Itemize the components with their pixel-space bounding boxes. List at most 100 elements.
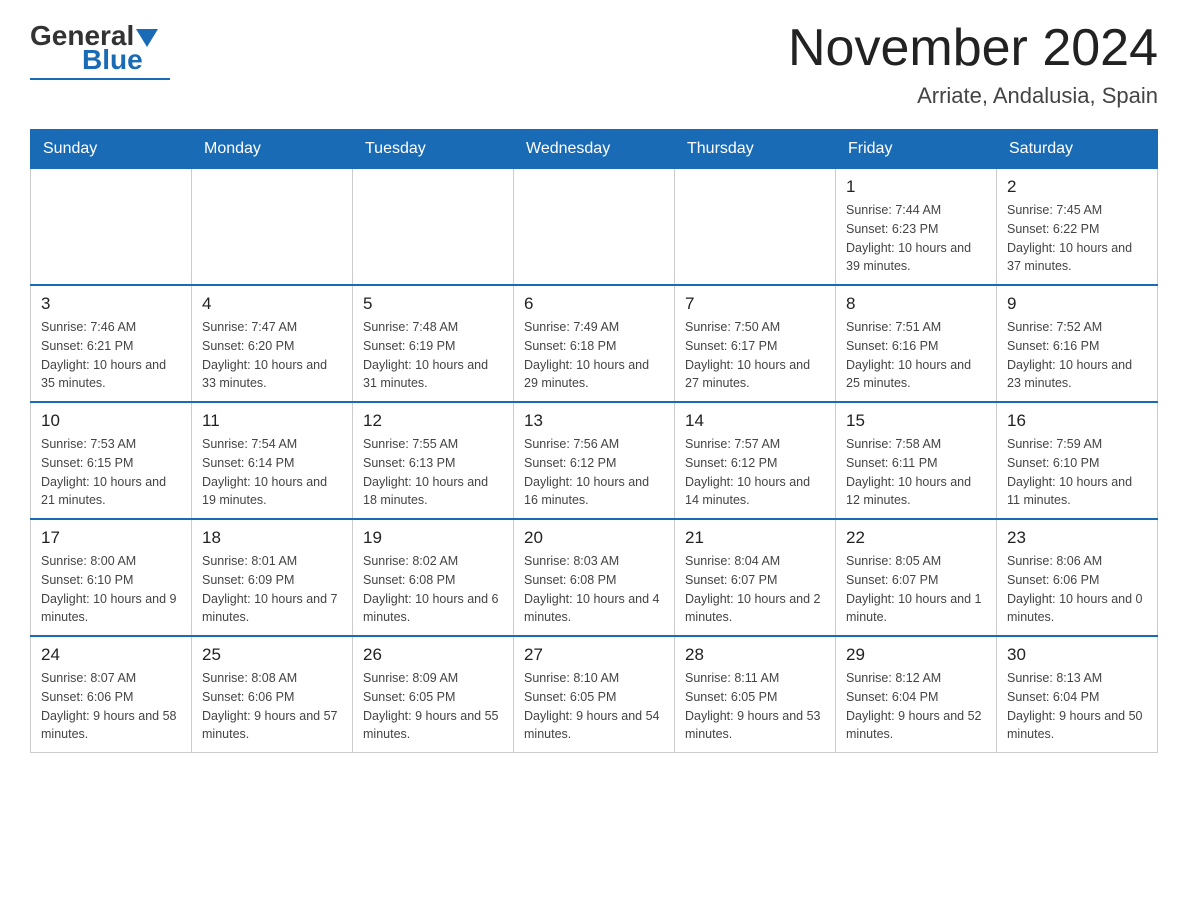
day-number: 14 <box>685 411 825 431</box>
day-number: 30 <box>1007 645 1147 665</box>
weekday-header-row: Sunday Monday Tuesday Wednesday Thursday… <box>31 130 1158 169</box>
title-area: November 2024 Arriate, Andalusia, Spain <box>788 20 1158 109</box>
table-row: 12 Sunrise: 7:55 AMSunset: 6:13 PMDayligh… <box>353 402 514 519</box>
day-number: 4 <box>202 294 342 314</box>
table-row: 9 Sunrise: 7:52 AMSunset: 6:16 PMDaylight… <box>997 285 1158 402</box>
calendar-week-row: 1 Sunrise: 7:44 AMSunset: 6:23 PMDaylight… <box>31 169 1158 286</box>
day-info: Sunrise: 7:52 AMSunset: 6:16 PMDaylight:… <box>1007 318 1147 393</box>
day-number: 3 <box>41 294 181 314</box>
table-row: 3 Sunrise: 7:46 AMSunset: 6:21 PMDaylight… <box>31 285 192 402</box>
day-number: 5 <box>363 294 503 314</box>
day-number: 26 <box>363 645 503 665</box>
day-number: 25 <box>202 645 342 665</box>
day-info: Sunrise: 7:55 AMSunset: 6:13 PMDaylight:… <box>363 435 503 510</box>
day-number: 27 <box>524 645 664 665</box>
calendar-title: November 2024 <box>788 20 1158 77</box>
logo-blue-text: Blue <box>82 44 143 76</box>
table-row: 7 Sunrise: 7:50 AMSunset: 6:17 PMDaylight… <box>675 285 836 402</box>
table-row: 2 Sunrise: 7:45 AMSunset: 6:22 PMDaylight… <box>997 169 1158 286</box>
table-row: 6 Sunrise: 7:49 AMSunset: 6:18 PMDaylight… <box>514 285 675 402</box>
table-row: 20Sunrise: 8:03 AMSunset: 6:08 PMDayligh… <box>514 519 675 636</box>
header-friday: Friday <box>836 130 997 169</box>
day-info: Sunrise: 8:04 AMSunset: 6:07 PMDaylight:… <box>685 552 825 627</box>
table-row: 14Sunrise: 7:57 AMSunset: 6:12 PMDayligh… <box>675 402 836 519</box>
table-row: 16 Sunrise: 7:59 AMSunset: 6:10 PMDayligh… <box>997 402 1158 519</box>
table-row <box>353 169 514 286</box>
day-info: Sunrise: 7:47 AMSunset: 6:20 PMDaylight:… <box>202 318 342 393</box>
calendar-week-row: 10 Sunrise: 7:53 AMSunset: 6:15 PMDayligh… <box>31 402 1158 519</box>
calendar-week-row: 17 Sunrise: 8:00 AMSunset: 6:10 PMDayligh… <box>31 519 1158 636</box>
day-number: 7 <box>685 294 825 314</box>
day-number: 28 <box>685 645 825 665</box>
day-number: 10 <box>41 411 181 431</box>
day-info: Sunrise: 7:46 AMSunset: 6:21 PMDaylight:… <box>41 318 181 393</box>
day-info: Sunrise: 7:44 AMSunset: 6:23 PMDaylight:… <box>846 201 986 276</box>
day-number: 22 <box>846 528 986 548</box>
table-row: 11 Sunrise: 7:54 AMSunset: 6:14 PMDayligh… <box>192 402 353 519</box>
day-number: 21 <box>685 528 825 548</box>
day-info: Sunrise: 8:00 AMSunset: 6:10 PMDaylight:… <box>41 552 181 627</box>
table-row: 18 Sunrise: 8:01 AMSunset: 6:09 PMDayligh… <box>192 519 353 636</box>
day-info: Sunrise: 8:05 AMSunset: 6:07 PMDaylight:… <box>846 552 986 627</box>
day-info: Sunrise: 8:06 AMSunset: 6:06 PMDaylight:… <box>1007 552 1147 627</box>
day-number: 12 <box>363 411 503 431</box>
day-info: Sunrise: 7:59 AMSunset: 6:10 PMDaylight:… <box>1007 435 1147 510</box>
day-info: Sunrise: 7:50 AMSunset: 6:17 PMDaylight:… <box>685 318 825 393</box>
table-row <box>31 169 192 286</box>
table-row: 21 Sunrise: 8:04 AMSunset: 6:07 PMDayligh… <box>675 519 836 636</box>
day-info: Sunrise: 7:49 AMSunset: 6:18 PMDaylight:… <box>524 318 664 393</box>
day-info: Sunrise: 8:08 AMSunset: 6:06 PMDaylight:… <box>202 669 342 744</box>
day-info: Sunrise: 7:45 AMSunset: 6:22 PMDaylight:… <box>1007 201 1147 276</box>
table-row <box>192 169 353 286</box>
table-row <box>675 169 836 286</box>
header-saturday: Saturday <box>997 130 1158 169</box>
day-number: 11 <box>202 411 342 431</box>
day-number: 29 <box>846 645 986 665</box>
day-info: Sunrise: 7:48 AMSunset: 6:19 PMDaylight:… <box>363 318 503 393</box>
day-info: Sunrise: 8:07 AMSunset: 6:06 PMDaylight:… <box>41 669 181 744</box>
table-row: 23 Sunrise: 8:06 AMSunset: 6:06 PMDayligh… <box>997 519 1158 636</box>
day-info: Sunrise: 8:13 AMSunset: 6:04 PMDaylight:… <box>1007 669 1147 744</box>
table-row: 28 Sunrise: 8:11 AMSunset: 6:05 PMDayligh… <box>675 636 836 753</box>
day-number: 18 <box>202 528 342 548</box>
table-row: 1 Sunrise: 7:44 AMSunset: 6:23 PMDaylight… <box>836 169 997 286</box>
day-info: Sunrise: 7:56 AMSunset: 6:12 PMDaylight:… <box>524 435 664 510</box>
day-number: 23 <box>1007 528 1147 548</box>
day-info: Sunrise: 8:01 AMSunset: 6:09 PMDaylight:… <box>202 552 342 627</box>
calendar-subtitle: Arriate, Andalusia, Spain <box>788 83 1158 109</box>
table-row: 22 Sunrise: 8:05 AMSunset: 6:07 PMDayligh… <box>836 519 997 636</box>
header-thursday: Thursday <box>675 130 836 169</box>
day-number: 20 <box>524 528 664 548</box>
table-row: 13Sunrise: 7:56 AMSunset: 6:12 PMDayligh… <box>514 402 675 519</box>
day-info: Sunrise: 7:53 AMSunset: 6:15 PMDaylight:… <box>41 435 181 510</box>
logo: General Blue <box>30 20 170 80</box>
table-row: 26Sunrise: 8:09 AMSunset: 6:05 PMDayligh… <box>353 636 514 753</box>
table-row: 15Sunrise: 7:58 AMSunset: 6:11 PMDayligh… <box>836 402 997 519</box>
day-number: 1 <box>846 177 986 197</box>
day-info: Sunrise: 8:12 AMSunset: 6:04 PMDaylight:… <box>846 669 986 744</box>
day-info: Sunrise: 7:51 AMSunset: 6:16 PMDaylight:… <box>846 318 986 393</box>
table-row: 8 Sunrise: 7:51 AMSunset: 6:16 PMDaylight… <box>836 285 997 402</box>
day-number: 16 <box>1007 411 1147 431</box>
table-row: 10 Sunrise: 7:53 AMSunset: 6:15 PMDayligh… <box>31 402 192 519</box>
calendar-table: Sunday Monday Tuesday Wednesday Thursday… <box>30 129 1158 753</box>
day-number: 24 <box>41 645 181 665</box>
day-info: Sunrise: 8:02 AMSunset: 6:08 PMDaylight:… <box>363 552 503 627</box>
header-sunday: Sunday <box>31 130 192 169</box>
day-number: 2 <box>1007 177 1147 197</box>
day-info: Sunrise: 7:54 AMSunset: 6:14 PMDaylight:… <box>202 435 342 510</box>
day-info: Sunrise: 7:58 AMSunset: 6:11 PMDaylight:… <box>846 435 986 510</box>
day-number: 8 <box>846 294 986 314</box>
table-row: 19 Sunrise: 8:02 AMSunset: 6:08 PMDayligh… <box>353 519 514 636</box>
day-number: 17 <box>41 528 181 548</box>
day-number: 6 <box>524 294 664 314</box>
day-info: Sunrise: 8:11 AMSunset: 6:05 PMDaylight:… <box>685 669 825 744</box>
day-number: 19 <box>363 528 503 548</box>
logo-underline <box>30 78 170 80</box>
table-row: 25 Sunrise: 8:08 AMSunset: 6:06 PMDayligh… <box>192 636 353 753</box>
header-tuesday: Tuesday <box>353 130 514 169</box>
header-wednesday: Wednesday <box>514 130 675 169</box>
day-number: 9 <box>1007 294 1147 314</box>
header: General Blue November 2024 Arriate, Anda… <box>30 20 1158 109</box>
header-monday: Monday <box>192 130 353 169</box>
